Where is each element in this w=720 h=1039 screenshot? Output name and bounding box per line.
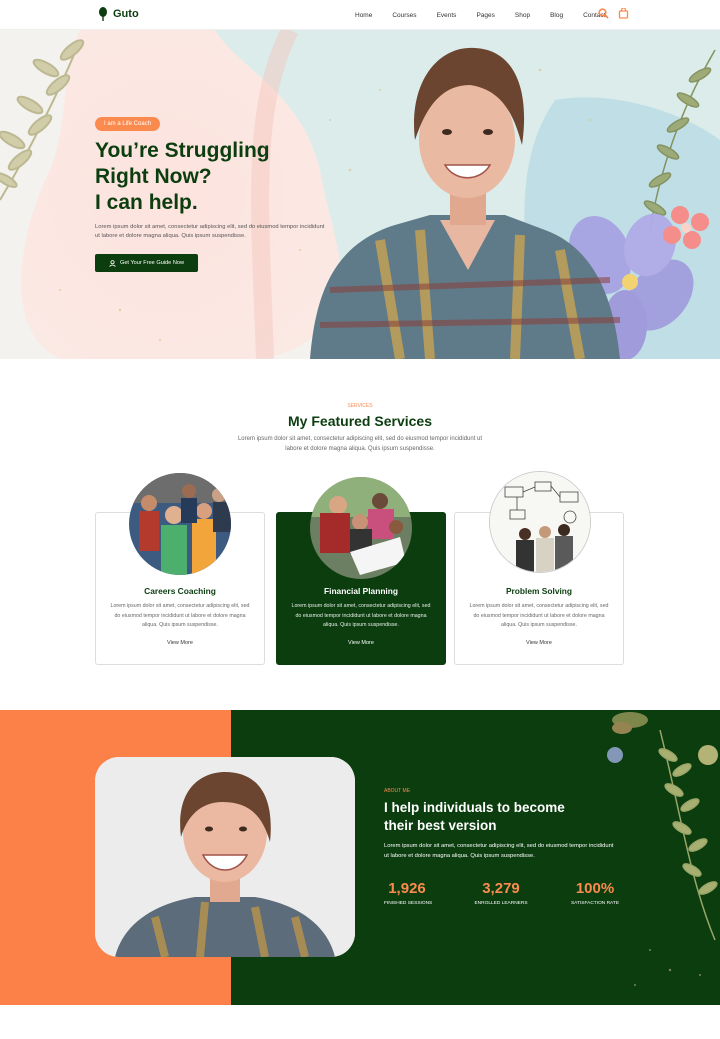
view-more-link[interactable]: View More <box>96 640 264 646</box>
view-more-link[interactable]: View More <box>277 640 445 646</box>
free-guide-button-label: Get Your Free Guide Now <box>119 260 185 266</box>
stat-value: 100% <box>575 880 615 897</box>
search-icon[interactable] <box>598 8 609 19</box>
services-description: Lorem ipsum dolor sit amet, consectetur … <box>237 436 483 452</box>
stat-label: SATISFACTION RATE <box>570 901 620 906</box>
hero-title-line-1: You’re Struggling <box>95 139 270 162</box>
service-card-title: Financial Planning <box>324 586 398 596</box>
top-navbar: Guto Home Courses Events Pages Shop Blog… <box>0 0 720 30</box>
stat-label: ENROLLED LEARNERS <box>474 901 528 906</box>
hero-section: I am a Life Coach You’re Struggling Righ… <box>0 30 720 359</box>
service-card-title: Careers Coaching <box>144 586 216 596</box>
about-description: Lorem ipsum dolor sit amet, consectetur … <box>384 843 614 859</box>
logo[interactable]: Guto <box>98 7 139 21</box>
about-title: I help individuals to become their best … <box>384 799 604 835</box>
stat-finished-sessions: 1,926 FINISHED SESSIONS <box>384 880 433 906</box>
user-icon <box>109 259 116 267</box>
services-eyebrow: SERVICES <box>347 403 373 409</box>
logo-text: Guto <box>113 8 139 20</box>
service-card-text: Lorem ipsum dolor sit amet, consectetur … <box>110 603 250 629</box>
menu-item-pages[interactable]: Pages <box>476 12 494 19</box>
hero-description: Lorem ipsum dolor sit amet, consectetur … <box>95 224 325 239</box>
hero-title-line-3: I can help. <box>95 191 198 214</box>
main-menu: Home Courses Events Pages Shop Blog Cont… <box>345 0 615 30</box>
cart-icon[interactable] <box>618 8 629 19</box>
stat-value: 1,926 <box>388 880 426 897</box>
about-title-line-2: their best version <box>384 818 497 833</box>
menu-item-shop[interactable]: Shop <box>515 12 530 19</box>
free-guide-button[interactable]: Get Your Free Guide Now <box>95 254 198 272</box>
stat-value: 3,279 <box>482 880 520 897</box>
menu-item-blog[interactable]: Blog <box>550 12 563 19</box>
about-section: ABOUT ME I help individuals to become th… <box>0 710 720 1005</box>
menu-item-events[interactable]: Events <box>437 12 457 19</box>
problem-solving-photo <box>489 471 591 573</box>
view-more-link[interactable]: View More <box>455 640 623 646</box>
services-title: My Featured Services <box>288 413 432 429</box>
stat-satisfaction-rate: 100% SATISFACTION RATE <box>569 880 621 906</box>
service-card-text: Lorem ipsum dolor sit amet, consectetur … <box>469 603 609 629</box>
about-eyebrow: ABOUT ME <box>384 788 411 794</box>
about-title-line-1: I help individuals to become <box>384 800 565 815</box>
menu-item-courses[interactable]: Courses <box>392 12 416 19</box>
stat-label: FINISHED SESSIONS <box>384 901 433 906</box>
careers-coaching-photo <box>129 473 231 575</box>
hero-title: You’re Struggling Right Now? I can help. <box>95 138 315 216</box>
menu-item-home[interactable]: Home <box>355 12 372 19</box>
leaf-logo-icon <box>99 7 107 21</box>
about-photo <box>95 757 355 957</box>
financial-planning-photo <box>310 477 412 579</box>
hero-badge: I am a Life Coach <box>95 117 161 131</box>
nav-icons <box>598 8 629 19</box>
stat-enrolled-learners: 3,279 ENROLLED LEARNERS <box>473 880 529 906</box>
hero-title-line-2: Right Now? <box>95 165 212 188</box>
service-card-text: Lorem ipsum dolor sit amet, consectetur … <box>291 603 431 629</box>
service-card-title: Problem Solving <box>505 586 573 596</box>
